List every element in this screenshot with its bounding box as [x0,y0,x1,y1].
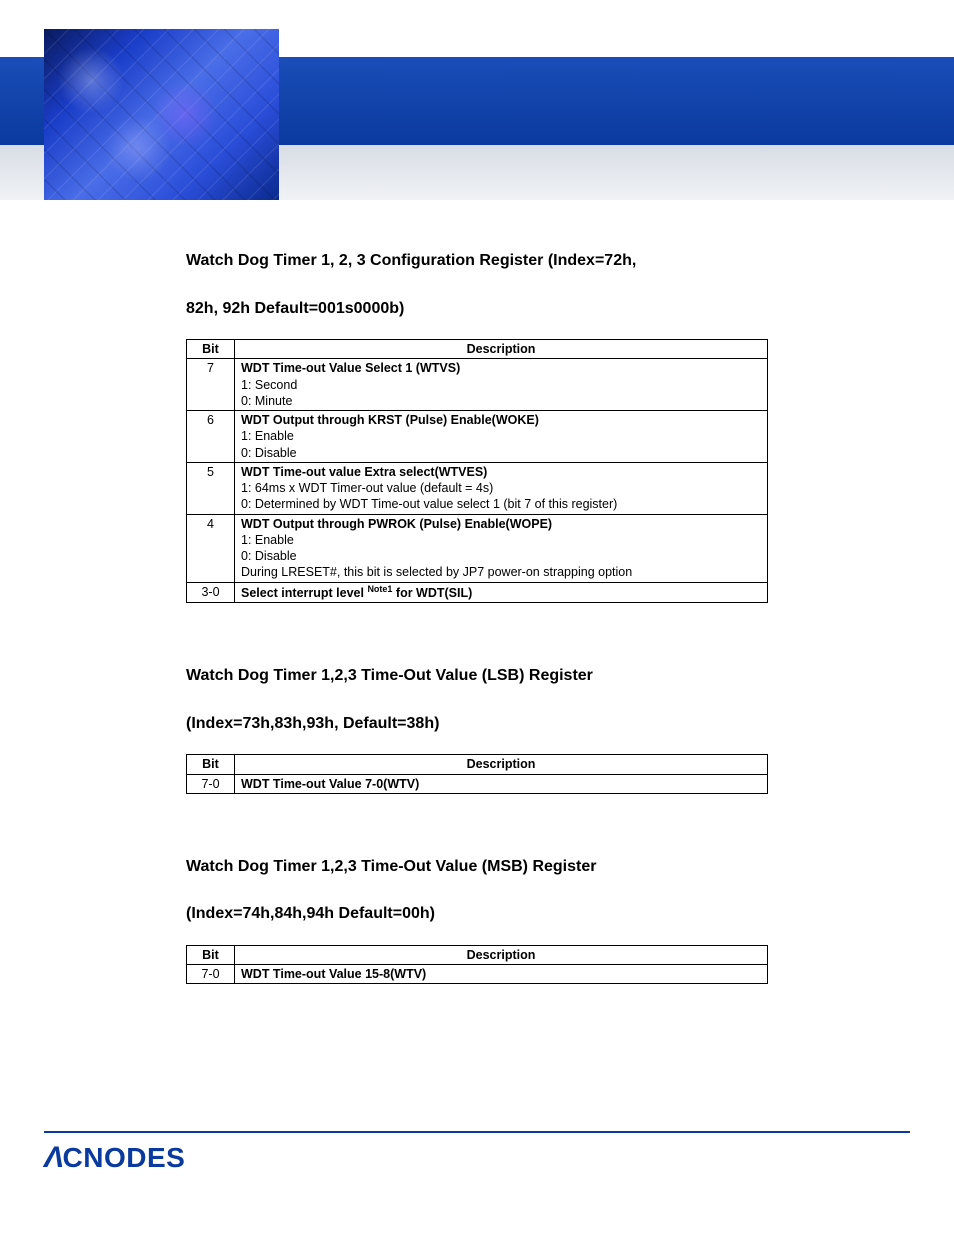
desc-line: 1: Second [241,378,297,392]
table-row: 4 WDT Output through PWROK (Pulse) Enabl… [187,514,768,582]
col-bit: Bit [187,945,235,964]
bit-cell: 6 [187,411,235,463]
section-2-title-line2: (Index=73h,83h,93h, Default=38h) [186,711,768,737]
table-row: 6 WDT Output through KRST (Pulse) Enable… [187,411,768,463]
pcb-texture [44,29,279,200]
table-row: 7-0 WDT Time-out Value 7-0(WTV) [187,774,768,793]
desc-line: 1: Enable [241,429,294,443]
bit-cell: 7-0 [187,965,235,984]
col-desc: Description [235,340,768,359]
desc-line: 0: Minute [241,394,292,408]
register-table-3: Bit Description 7-0 WDT Time-out Value 1… [186,945,768,985]
table-header-row: Bit Description [187,945,768,964]
table-header-row: Bit Description [187,340,768,359]
bit-cell: 3-0 [187,582,235,602]
section-1-title-line1: Watch Dog Timer 1, 2, 3 Configuration Re… [186,248,768,274]
table-row: 7-0 WDT Time-out Value 15-8(WTV) [187,965,768,984]
desc-cell: Select interrupt level Note1 for WDT(SIL… [235,582,768,602]
desc-title: WDT Output through PWROK (Pulse) Enable(… [241,517,552,531]
desc-line: During LRESET#, this bit is selected by … [241,565,632,579]
bit-cell: 7 [187,359,235,411]
desc-title: WDT Time-out value Extra select(WTVES) [241,465,487,479]
section-3-title-line2: (Index=74h,84h,94h Default=00h) [186,901,768,927]
bit-cell: 5 [187,462,235,514]
desc-sup: Note1 [367,584,392,594]
desc-title: WDT Time-out Value 15-8(WTV) [241,967,426,981]
desc-line: 1: Enable [241,533,294,547]
desc-title: WDT Time-out Value 7-0(WTV) [241,777,419,791]
table-row: 5 WDT Time-out value Extra select(WTVES)… [187,462,768,514]
page-footer: ΛCNODES [44,1131,910,1175]
desc-cell: WDT Time-out Value 7-0(WTV) [235,774,768,793]
desc-title: WDT Time-out Value Select 1 (WTVS) [241,361,460,375]
desc-line: 0: Determined by WDT Time-out value sele… [241,497,617,511]
desc-cell: WDT Output through PWROK (Pulse) Enable(… [235,514,768,582]
bit-cell: 4 [187,514,235,582]
desc-title-suffix: for WDT(SIL) [392,586,472,600]
col-desc: Description [235,945,768,964]
desc-title-prefix: Select interrupt level [241,586,367,600]
table-row: 3-0 Select interrupt level Note1 for WDT… [187,582,768,602]
col-desc: Description [235,755,768,774]
table-row: 7 WDT Time-out Value Select 1 (WTVS) 1: … [187,359,768,411]
section-3-title-line1: Watch Dog Timer 1,2,3 Time-Out Value (MS… [186,854,768,880]
page-content: Watch Dog Timer 1, 2, 3 Configuration Re… [0,200,954,984]
logo-lambda-icon: Λ [44,1141,65,1175]
register-table-1: Bit Description 7 WDT Time-out Value Sel… [186,339,768,603]
desc-line: 0: Disable [241,446,297,460]
table-header-row: Bit Description [187,755,768,774]
desc-line: 1: 64ms x WDT Timer-out value (default =… [241,481,493,495]
logo-text: CNODES [63,1142,186,1174]
desc-cell: WDT Output through KRST (Pulse) Enable(W… [235,411,768,463]
banner-pcb-image [44,29,279,200]
acnodes-logo: ΛCNODES [44,1141,910,1175]
desc-cell: WDT Time-out Value 15-8(WTV) [235,965,768,984]
section-1-title-line2: 82h, 92h Default=001s0000b) [186,296,768,322]
desc-line: 0: Disable [241,549,297,563]
header-banner [0,0,954,200]
section-2-title-line1: Watch Dog Timer 1,2,3 Time-Out Value (LS… [186,663,768,689]
desc-cell: WDT Time-out Value Select 1 (WTVS) 1: Se… [235,359,768,411]
col-bit: Bit [187,340,235,359]
register-table-2: Bit Description 7-0 WDT Time-out Value 7… [186,754,768,794]
footer-divider [44,1131,910,1133]
bit-cell: 7-0 [187,774,235,793]
desc-cell: WDT Time-out value Extra select(WTVES) 1… [235,462,768,514]
desc-title: WDT Output through KRST (Pulse) Enable(W… [241,413,539,427]
col-bit: Bit [187,755,235,774]
